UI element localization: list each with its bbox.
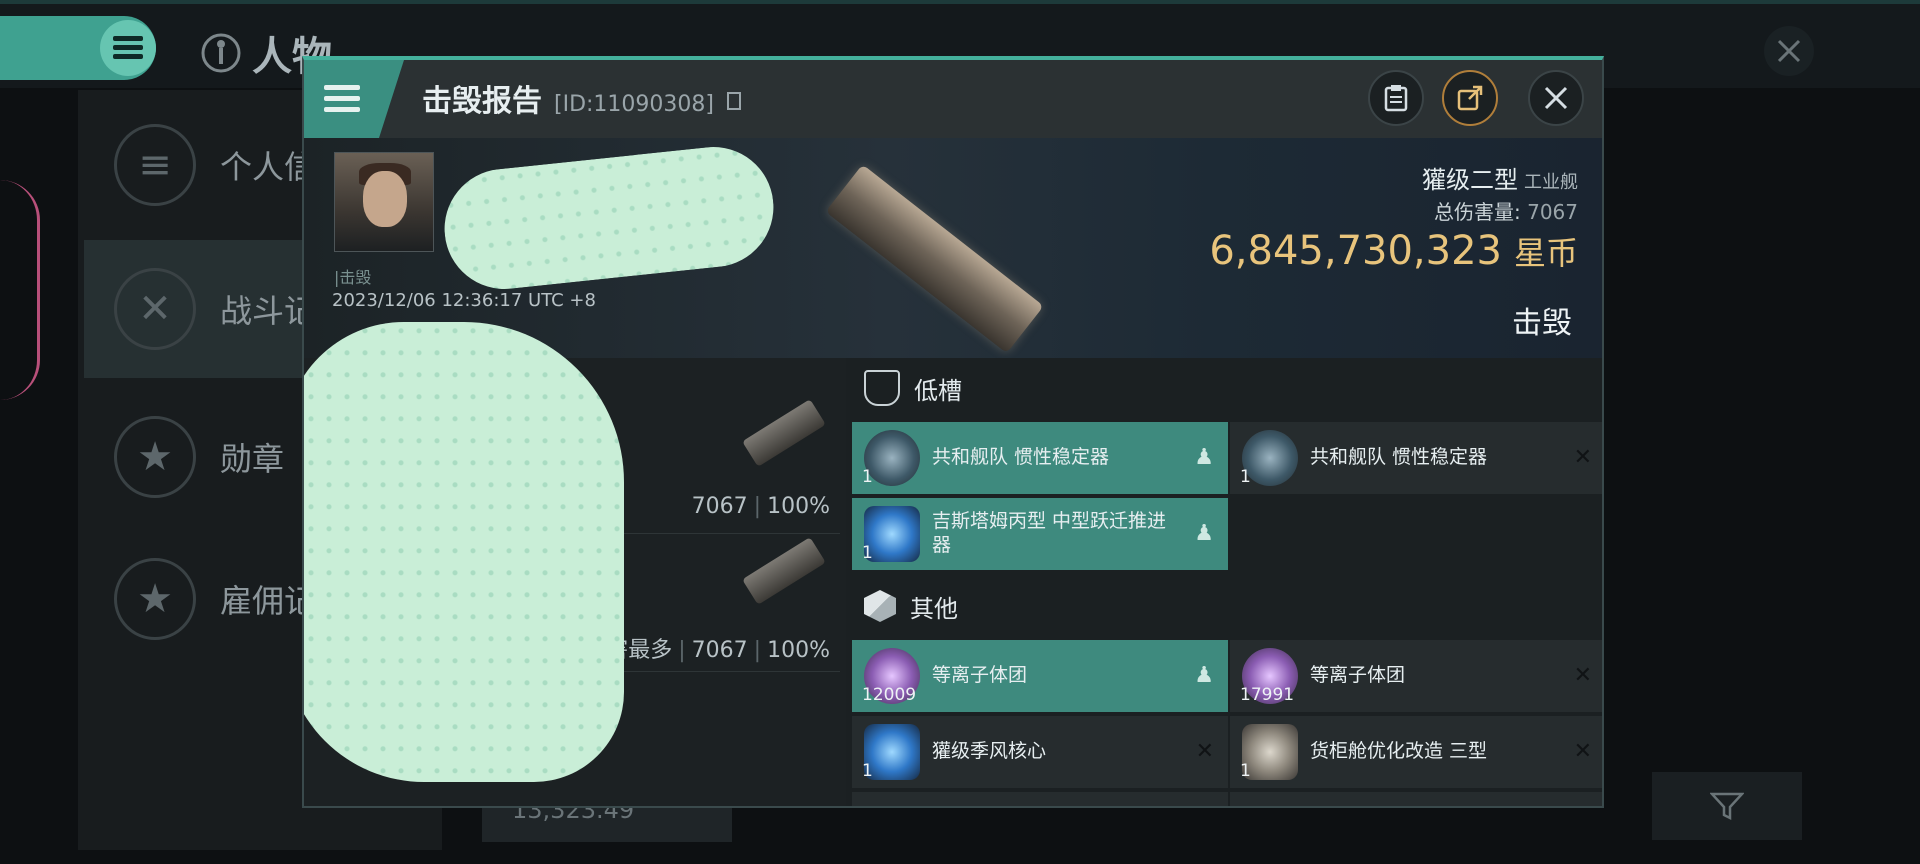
separator: | xyxy=(753,494,762,519)
vitruvian-icon xyxy=(201,33,241,73)
clipboard-button[interactable] xyxy=(1368,70,1424,126)
fitting-item[interactable]: 等离子体团 17991 ✕ xyxy=(1230,640,1602,712)
fitting-item[interactable]: 共和舰队 惯性稳定器 1 ♟ xyxy=(852,422,1228,494)
section-title: 其他 xyxy=(910,594,958,623)
section-low-slot: 低槽 xyxy=(846,358,1602,418)
fitting-item[interactable]: 等离子体团 12009 ♟ xyxy=(852,640,1228,712)
background-close-button[interactable] xyxy=(1764,26,1814,76)
weapon-image xyxy=(742,537,826,605)
low-slot-icon xyxy=(864,370,900,406)
modal-title-text: 击毁报告 xyxy=(422,84,542,119)
filter-icon xyxy=(1710,792,1744,821)
share-button[interactable] xyxy=(1442,70,1498,126)
isk-unit: 星币 xyxy=(1513,234,1578,272)
kill-time: 2023/12/06 12:36:17 UTC +8 xyxy=(332,290,596,311)
separator: | xyxy=(678,638,686,663)
isk-value: 6,845,730,323 星币 xyxy=(1209,228,1578,274)
fitting-item[interactable] xyxy=(852,792,1228,806)
star-wreath-icon: ★ xyxy=(114,558,196,640)
modal-title: 击毁报告 [ID:11090308] xyxy=(422,76,742,120)
clipboard-icon xyxy=(1384,85,1408,112)
item-name: 等离子体团 xyxy=(932,664,1028,687)
pilot-icon: ♟ xyxy=(1194,445,1214,470)
edge-decoration xyxy=(0,180,40,400)
item-name: 货柜舱优化改造 三型 xyxy=(1310,740,1488,763)
destroyed-icon: ✕ xyxy=(1573,445,1592,470)
weapon-image xyxy=(742,399,826,467)
victim-tag: |击毁 xyxy=(334,268,372,287)
ship-image xyxy=(825,164,1044,354)
isk-amount: 6,845,730,323 xyxy=(1209,228,1502,274)
victim-portrait[interactable] xyxy=(334,152,434,252)
item-qty: 1 xyxy=(862,466,873,487)
destroyed-icon: ✕ xyxy=(1573,739,1592,764)
item-qty: 1 xyxy=(1240,466,1251,487)
main-menu-button[interactable] xyxy=(100,20,156,76)
attacker-list: 7067|100% 成伤害最多|7067|100% xyxy=(304,322,840,806)
filter-button[interactable] xyxy=(1652,772,1802,840)
crossed-swords-icon: ✕ xyxy=(114,268,196,350)
hamburger-icon xyxy=(113,36,143,59)
star-badge-icon: ★ xyxy=(114,416,196,498)
share-icon xyxy=(1457,85,1483,111)
item-qty: 1 xyxy=(862,542,873,563)
section-other: 其他 xyxy=(846,576,1602,636)
item-name: 共和舰队 惯性稳定器 xyxy=(932,446,1110,469)
redaction-blob xyxy=(304,322,624,782)
item-name: 獾级季风核心 xyxy=(932,740,1047,763)
fitting-item[interactable]: 吉斯塔姆丙型 中型跃迁推进器 1 ♟ xyxy=(852,498,1228,570)
ship-name[interactable]: 獾级二型 工业舰 xyxy=(1422,160,1578,195)
item-qty: 17991 xyxy=(1240,684,1295,705)
copy-icon[interactable] xyxy=(726,91,742,111)
destroyed-icon: ✕ xyxy=(1573,663,1592,688)
list-icon: ≡ xyxy=(114,124,196,206)
kill-report-modal: 击毁报告 [ID:11090308] |击毁 2023/12/06 12:36:… xyxy=(302,56,1604,808)
total-damage: 总伤害量: 7067 xyxy=(1434,196,1578,225)
kill-status: 击毁 xyxy=(1512,306,1572,341)
section-title: 低槽 xyxy=(914,376,962,405)
item-qty: 1 xyxy=(1240,760,1251,781)
modal-menu-button[interactable] xyxy=(304,60,404,138)
fitting-panel: 低槽 共和舰队 惯性稳定器 1 ♟ 共和舰队 惯性稳定器 1 ✕ 吉斯塔姆丙型 … xyxy=(846,358,1602,806)
ship-class: 工业舰 xyxy=(1524,172,1578,193)
item-name: 吉斯塔姆丙型 中型跃迁推进器 xyxy=(932,510,1167,556)
item-qty: 12009 xyxy=(862,684,917,705)
total-damage-value: 7067 xyxy=(1527,200,1578,224)
separator: | xyxy=(753,638,762,663)
close-button[interactable] xyxy=(1528,70,1584,126)
fitting-item[interactable] xyxy=(1230,792,1602,806)
attacker-damage: 7067 xyxy=(691,494,748,519)
pilot-icon: ♟ xyxy=(1194,663,1214,688)
item-qty: 1 xyxy=(862,760,873,781)
fitting-item[interactable]: 货柜舱优化改造 三型 1 ✕ xyxy=(1230,716,1602,788)
attacker-damage: 7067 xyxy=(691,638,748,663)
ship-name-text: 獾级二型 xyxy=(1422,166,1518,194)
attacker-percent: 100% xyxy=(767,638,830,663)
hamburger-icon xyxy=(324,85,360,112)
fitting-item[interactable]: 共和舰队 惯性稳定器 1 ✕ xyxy=(1230,422,1602,494)
modal-header: 击毁报告 [ID:11090308] xyxy=(304,60,1602,138)
redaction-blob xyxy=(438,141,780,295)
item-name: 等离子体团 xyxy=(1310,664,1406,687)
cargo-cube-icon xyxy=(864,590,896,622)
pilot-icon: ♟ xyxy=(1194,521,1214,546)
total-damage-label: 总伤害量: xyxy=(1433,200,1521,224)
destroyed-icon: ✕ xyxy=(1195,739,1214,764)
item-name: 共和舰队 惯性稳定器 xyxy=(1310,446,1488,469)
close-icon xyxy=(1777,39,1801,63)
portrait-face xyxy=(363,171,407,227)
fitting-item[interactable]: 獾级季风核心 1 ✕ xyxy=(852,716,1228,788)
side-item-label: 勋章 xyxy=(220,440,285,478)
report-id[interactable]: [ID:11090308] xyxy=(554,92,714,117)
attacker-stat: 7067 | 100% xyxy=(692,494,830,519)
close-icon xyxy=(1544,86,1568,110)
attacker-percent: 100% xyxy=(767,494,830,519)
